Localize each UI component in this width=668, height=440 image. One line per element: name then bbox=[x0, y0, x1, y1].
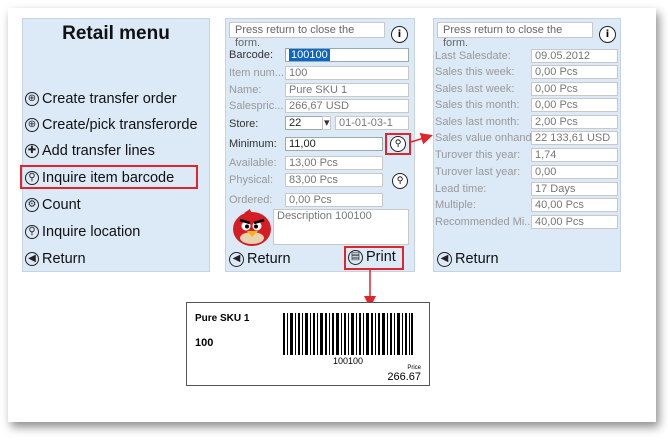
label-item-number: 100 bbox=[195, 337, 214, 349]
label-price: 266.67 bbox=[387, 371, 421, 383]
label-product-name: Pure SKU 1 bbox=[195, 313, 250, 324]
barcode-graphic bbox=[283, 313, 413, 355]
label-barcode-text: 100100 bbox=[332, 356, 364, 366]
printed-barcode-label: Pure SKU 1 100 100100 Price 266.67 bbox=[186, 302, 430, 386]
